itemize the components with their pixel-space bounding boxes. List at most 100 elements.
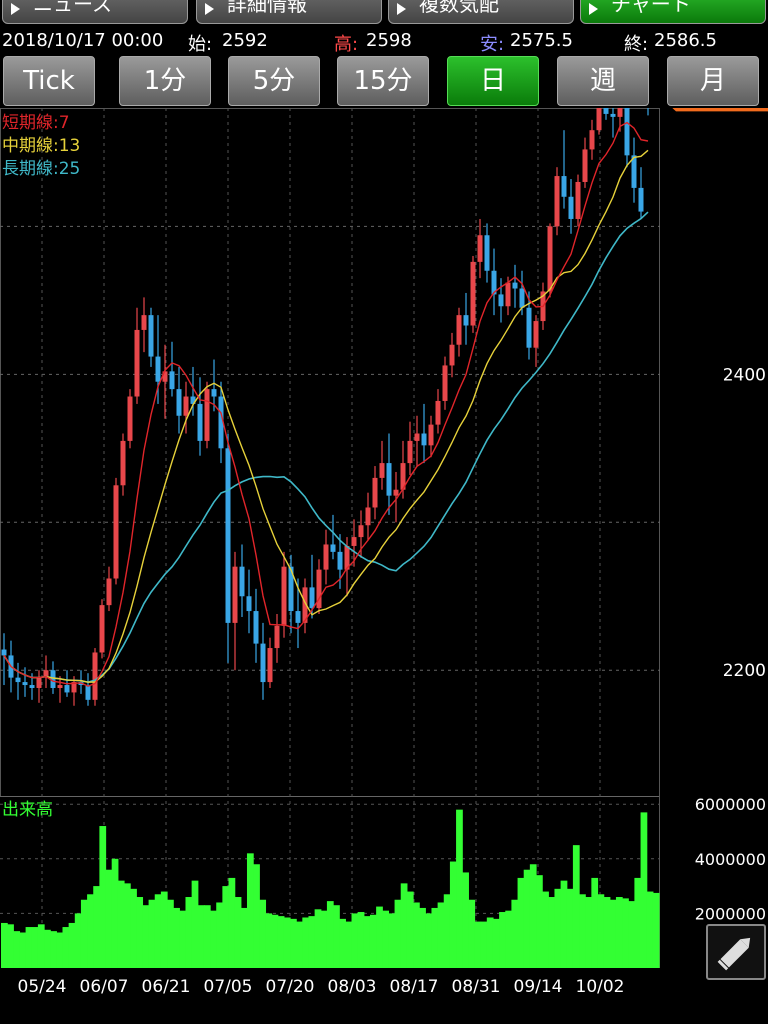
timeframe-daily-button[interactable]: 日 (447, 56, 539, 106)
volume-bar (585, 897, 592, 968)
candle-body (582, 149, 588, 182)
candle-body (169, 371, 175, 390)
open-label: 始: (188, 34, 213, 55)
volume-bar (376, 906, 383, 968)
candle-body (568, 196, 574, 219)
volume-bar (19, 932, 27, 968)
volume-bar (136, 897, 144, 968)
volume-bar (265, 913, 273, 968)
candle-body (211, 389, 217, 397)
candle-body (246, 596, 252, 612)
candle-body (127, 396, 133, 441)
volume-bar (216, 902, 223, 968)
tab-chart[interactable]: チャート (580, 0, 766, 24)
candle-body (85, 685, 91, 700)
volume-bar (185, 897, 193, 968)
timeframe-tick-button[interactable]: Tick (3, 56, 95, 106)
x-tick-label: 06/21 (142, 977, 191, 997)
volume-bar (253, 864, 260, 968)
x-tick-label: 10/02 (576, 977, 625, 997)
candle-body (372, 477, 378, 508)
pencil-icon (717, 937, 751, 971)
volume-bar (320, 910, 328, 968)
volume-bar (505, 910, 513, 968)
volume-bar (579, 894, 586, 968)
candle-body (204, 389, 210, 441)
volume-bar (474, 921, 482, 968)
candle-body (379, 463, 385, 478)
candle-body (141, 315, 147, 330)
volume-bar (167, 899, 174, 968)
candle-body (554, 176, 560, 227)
volume-bar (382, 910, 390, 968)
candle-body (50, 670, 56, 688)
volume-bar (400, 883, 408, 968)
open-value: 2592 (222, 30, 268, 51)
candle-body (323, 544, 329, 570)
candle-body (176, 389, 182, 416)
candle-body (36, 677, 42, 688)
play-arrow-icon (11, 3, 20, 15)
volume-bar (191, 880, 199, 968)
tab-news[interactable]: ニュース (2, 0, 188, 24)
volume-bar (68, 922, 76, 968)
candle-body (1, 649, 7, 656)
candle-body (225, 448, 231, 623)
volume-bar (480, 921, 488, 968)
timeframe-monthly-button[interactable]: 月 (667, 56, 759, 106)
tab-details[interactable]: 詳細情報 (196, 0, 382, 24)
volume-tick-label: 4000000 (695, 850, 766, 869)
volume-bar (314, 909, 322, 968)
volume-bar (566, 888, 574, 968)
candle-body (295, 611, 301, 623)
volume-bar (615, 897, 623, 968)
candle-body (386, 463, 392, 496)
volume-bar (339, 918, 346, 968)
volume-bar (499, 912, 506, 968)
candle-body (29, 685, 35, 688)
candle-body (99, 605, 105, 653)
volume-bar (173, 907, 180, 968)
volume-bar (7, 924, 14, 968)
candle-body (393, 489, 399, 496)
candle-body (134, 329, 140, 397)
volume-bar (388, 913, 396, 968)
volume-bar (406, 891, 414, 968)
volume-bar (511, 899, 519, 968)
play-arrow-icon (397, 3, 406, 15)
candle-body (435, 400, 441, 425)
volume-bar (517, 877, 525, 968)
candle-body (463, 315, 469, 326)
timeframe-5min-button[interactable]: 5分 (228, 56, 320, 106)
volume-bar (652, 892, 660, 968)
volume-bar (462, 872, 469, 968)
volume-bar (468, 899, 476, 968)
timeframe-weekly-button[interactable]: 週 (557, 56, 649, 106)
candle-body (267, 648, 273, 683)
candle-body (57, 685, 63, 688)
top-tab-bar: ニュース 詳細情報 複数気配 チャート (0, 0, 768, 26)
draw-tool-button[interactable] (706, 924, 766, 980)
candle-body (610, 113, 616, 117)
volume-bar (277, 916, 285, 968)
candle-body (22, 682, 28, 686)
volume-bar (628, 901, 636, 968)
candle-body (120, 440, 126, 486)
candle-body (274, 625, 280, 649)
candle-body (456, 315, 462, 345)
volume-bar (290, 918, 297, 968)
candle-body (638, 187, 644, 212)
volume-bar (160, 891, 168, 968)
candle-body (414, 433, 420, 441)
volume-bar (634, 877, 642, 968)
x-tick-label: 08/17 (390, 977, 439, 997)
timeframe-15min-button[interactable]: 15分 (337, 56, 429, 106)
stock-chart[interactable]: 05/24 06/07 06/21 07/05 07/20 08/03 08/17 08/31… (0, 108, 768, 998)
timeframe-1min-button[interactable]: 1分 (119, 56, 211, 106)
candle-body (15, 677, 21, 683)
candle-body (589, 130, 595, 150)
volume-bar (142, 905, 150, 968)
tab-multi-quote[interactable]: 複数気配 (388, 0, 574, 24)
volume-bar (542, 891, 549, 968)
volume-bar (31, 927, 39, 968)
